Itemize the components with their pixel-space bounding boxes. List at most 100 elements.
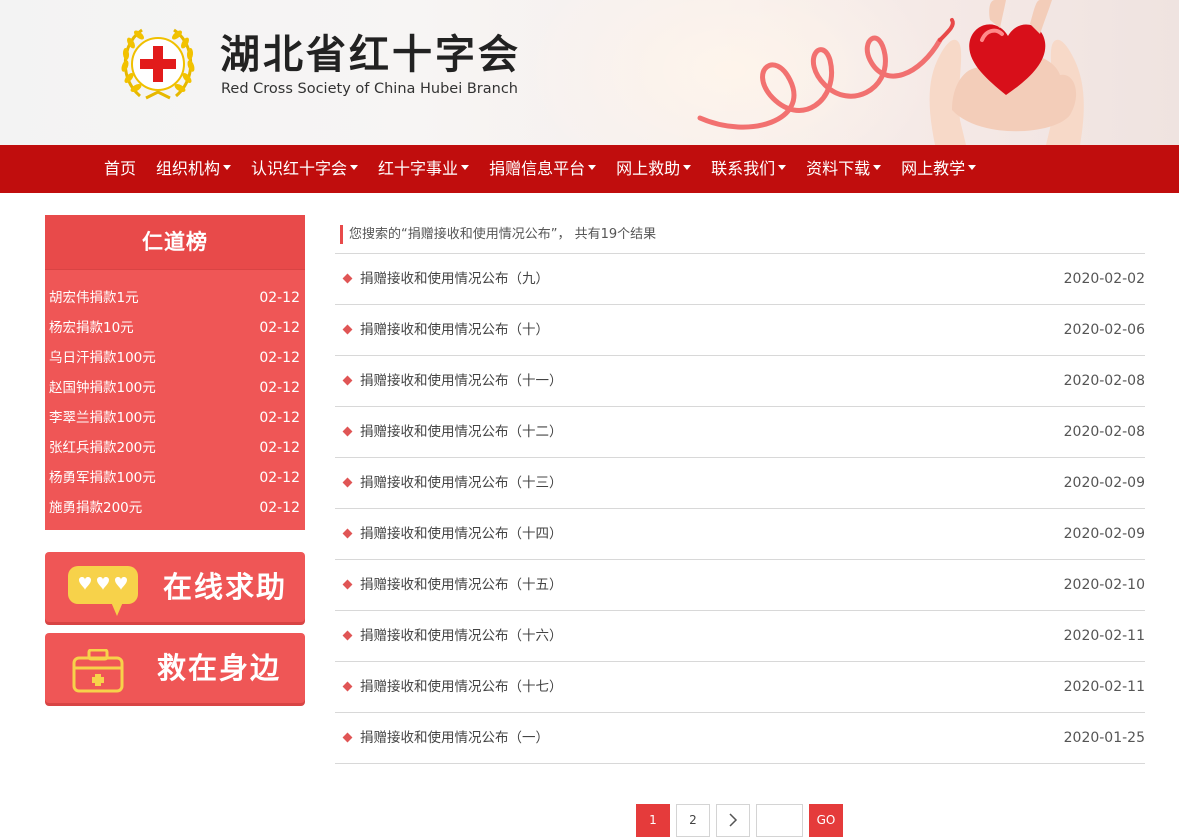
chevron-right-icon (729, 812, 738, 827)
result-item[interactable]: 捐赠接收和使用情况公布（一） 2020-01-25 (335, 713, 1145, 764)
nav-item-0[interactable]: 首页 (94, 145, 146, 193)
result-date: 2020-02-11 (1063, 628, 1145, 644)
result-date: 2020-02-09 (1063, 526, 1145, 542)
diamond-bullet-icon (342, 477, 353, 488)
page-1-button[interactable]: 1 (636, 804, 670, 837)
result-item[interactable]: 捐赠接收和使用情况公布（十二） 2020-02-08 (335, 407, 1145, 458)
result-title-link[interactable]: 捐赠接收和使用情况公布（十六） (360, 611, 563, 661)
result-item[interactable]: 捐赠接收和使用情况公布（十五） 2020-02-10 (335, 560, 1145, 611)
nav-item-label: 捐赠信息平台 (489, 159, 586, 178)
caret-down-icon (350, 165, 359, 170)
donor-name: 杨勇军捐款100元 (49, 470, 156, 486)
result-item[interactable]: 捐赠接收和使用情况公布（十一） 2020-02-08 (335, 356, 1145, 407)
main-nav: 首页 组织机构 认识红十字会 红十字事业 捐赠信息平台 网上救助 联系我们 资料下载 网上教学 (0, 145, 1179, 193)
result-title-link[interactable]: 捐赠接收和使用情况公布（十二） (360, 407, 563, 457)
donor-date: 02-12 (259, 290, 300, 306)
diamond-bullet-icon (342, 630, 353, 641)
result-date: 2020-01-25 (1063, 730, 1145, 746)
help-nearby-button[interactable]: 救在身边 (45, 633, 305, 703)
result-title-link[interactable]: 捐赠接收和使用情况公布（十） (360, 305, 549, 355)
result-date: 2020-02-08 (1063, 424, 1145, 440)
nav-item-label: 首页 (104, 159, 137, 178)
nav-item-2[interactable]: 认识红十字会 (241, 145, 368, 193)
ranking-title: 仁道榜 (45, 215, 305, 270)
result-title-link[interactable]: 捐赠接收和使用情况公布（十五） (360, 560, 563, 610)
help-nearby-label: 救在身边 (157, 651, 282, 685)
donor-name: 乌日汗捐款100元 (49, 350, 156, 366)
donor-name: 胡宏伟捐款1元 (49, 290, 139, 306)
nav-item-label: 红十字事业 (378, 159, 459, 178)
caret-down-icon (223, 165, 232, 170)
red-cross-emblem-icon[interactable] (120, 22, 196, 106)
donor-item[interactable]: 杨宏捐款10元 02-12 (45, 313, 305, 343)
donor-item[interactable]: 施勇捐款200元 02-12 (45, 493, 305, 523)
diamond-bullet-icon (342, 324, 353, 335)
result-title-link[interactable]: 捐赠接收和使用情况公布（十三） (360, 458, 563, 508)
donor-date: 02-12 (259, 320, 300, 336)
diamond-bullet-icon (342, 732, 353, 743)
nav-item-7[interactable]: 资料下载 (796, 145, 891, 193)
donor-item[interactable]: 张红兵捐款200元 02-12 (45, 433, 305, 463)
online-help-button[interactable]: 在线求助 (45, 552, 305, 622)
page-2-button[interactable]: 2 (676, 804, 710, 837)
result-item[interactable]: 捐赠接收和使用情况公布（十六） 2020-02-11 (335, 611, 1145, 662)
page-jump-input[interactable] (756, 804, 803, 837)
donor-date: 02-12 (259, 410, 300, 426)
donor-name: 施勇捐款200元 (49, 500, 143, 516)
donor-item[interactable]: 李翠兰捐款100元 02-12 (45, 403, 305, 433)
donor-item[interactable]: 赵国钟捐款100元 02-12 (45, 373, 305, 403)
nav-item-label: 组织机构 (156, 159, 221, 178)
donor-date: 02-12 (259, 500, 300, 516)
caret-down-icon (778, 165, 787, 170)
result-title-link[interactable]: 捐赠接收和使用情况公布（十七） (360, 662, 563, 712)
search-result-summary: 您搜索的“捐赠接收和使用情况公布”， 共有19个结果 (340, 225, 656, 244)
caret-down-icon (461, 165, 470, 170)
result-item[interactable]: 捐赠接收和使用情况公布（九） 2020-02-02 (335, 254, 1145, 305)
donor-date: 02-12 (259, 440, 300, 456)
result-list: 捐赠接收和使用情况公布（九） 2020-02-02 捐赠接收和使用情况公布（十） 20… (335, 254, 1145, 764)
donor-date: 02-12 (259, 380, 300, 396)
result-item[interactable]: 捐赠接收和使用情况公布（十） 2020-02-06 (335, 305, 1145, 356)
diamond-bullet-icon (342, 273, 353, 284)
online-help-label: 在线求助 (163, 570, 288, 604)
donor-item[interactable]: 乌日汗捐款100元 02-12 (45, 343, 305, 373)
result-date: 2020-02-10 (1063, 577, 1145, 593)
nav-item-label: 联系我们 (711, 159, 776, 178)
result-item[interactable]: 捐赠接收和使用情况公布（十三） 2020-02-09 (335, 458, 1145, 509)
diamond-bullet-icon (342, 375, 353, 386)
diamond-bullet-icon (342, 426, 353, 437)
nav-item-1[interactable]: 组织机构 (146, 145, 241, 193)
donor-item[interactable]: 胡宏伟捐款1元 02-12 (45, 283, 305, 313)
result-item[interactable]: 捐赠接收和使用情况公布（十七） 2020-02-11 (335, 662, 1145, 713)
caret-down-icon (968, 165, 977, 170)
site-title-en: Red Cross Society of China Hubei Branch (221, 81, 519, 97)
nav-item-label: 网上救助 (616, 159, 681, 178)
nav-item-label: 网上教学 (901, 159, 966, 178)
nav-item-label: 资料下载 (806, 159, 871, 178)
nav-item-5[interactable]: 网上救助 (606, 145, 701, 193)
result-title-link[interactable]: 捐赠接收和使用情况公布（十四） (360, 509, 563, 559)
chat-hearts-icon (68, 566, 138, 616)
diamond-bullet-icon (342, 579, 353, 590)
header-banner: 湖北省红十字会 Red Cross Society of China Hubei… (0, 0, 1179, 145)
result-title-link[interactable]: 捐赠接收和使用情况公布（一） (360, 713, 549, 763)
nav-item-8[interactable]: 网上教学 (891, 145, 986, 193)
next-page-button[interactable] (716, 804, 750, 837)
donor-date: 02-12 (259, 470, 300, 486)
result-title-link[interactable]: 捐赠接收和使用情况公布（十一） (360, 356, 563, 406)
result-title-link[interactable]: 捐赠接收和使用情况公布（九） (360, 254, 549, 304)
result-item[interactable]: 捐赠接收和使用情况公布（十四） 2020-02-09 (335, 509, 1145, 560)
nav-item-3[interactable]: 红十字事业 (368, 145, 479, 193)
result-date: 2020-02-02 (1063, 271, 1145, 287)
donor-name: 李翠兰捐款100元 (49, 410, 156, 426)
caret-down-icon (683, 165, 692, 170)
nav-item-6[interactable]: 联系我们 (701, 145, 796, 193)
site-title-cn: 湖北省红十字会 (220, 32, 521, 78)
go-button[interactable]: GO (809, 804, 843, 837)
donor-ranking-panel: 仁道榜 胡宏伟捐款1元 02-12 杨宏捐款10元 02-12 乌日汗捐款100元 02-… (45, 215, 305, 530)
donor-item[interactable]: 杨勇军捐款100元 02-12 (45, 463, 305, 493)
donor-name: 赵国钟捐款100元 (49, 380, 156, 396)
nav-item-4[interactable]: 捐赠信息平台 (479, 145, 606, 193)
caret-down-icon (873, 165, 882, 170)
nav-item-label: 认识红十字会 (251, 159, 348, 178)
